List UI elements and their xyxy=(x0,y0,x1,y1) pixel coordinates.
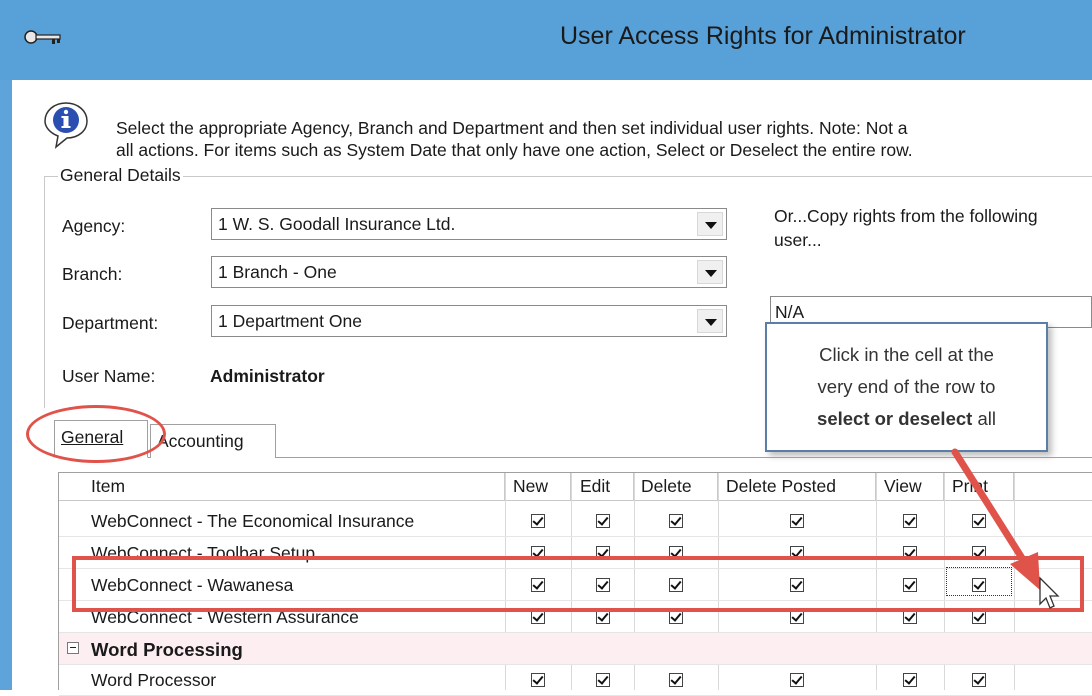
instructions-text: Select the appropriate Agency, Branch an… xyxy=(116,117,913,161)
column-header-view-label: View xyxy=(884,476,922,496)
chevron-down-icon xyxy=(705,222,717,229)
info-icon xyxy=(44,102,88,149)
instructions-line-1: Select the appropriate Agency, Branch an… xyxy=(116,118,908,138)
column-header-select-all xyxy=(1014,473,1092,501)
row-item-name: WebConnect - The Economical Insurance xyxy=(91,511,415,531)
table-row[interactable]: Word Processor xyxy=(59,664,1092,696)
agency-select[interactable]: 1 W. S. Goodall Insurance Ltd. xyxy=(211,208,727,240)
permission-checkbox[interactable] xyxy=(531,610,545,624)
permission-checkbox[interactable] xyxy=(972,610,986,624)
chevron-down-icon xyxy=(705,319,717,326)
permission-checkbox[interactable] xyxy=(596,610,610,624)
column-header-print[interactable]: Print xyxy=(944,473,1014,501)
department-dropdown-button[interactable] xyxy=(697,309,723,333)
column-header-item[interactable]: Item xyxy=(59,473,505,501)
permission-checkbox[interactable] xyxy=(903,673,917,687)
agency-label: Agency: xyxy=(62,216,126,236)
permission-checkbox[interactable] xyxy=(903,514,917,528)
copy-rights-user-value: N/A xyxy=(775,302,805,322)
permission-checkbox[interactable] xyxy=(790,610,804,624)
row-highlight-box xyxy=(72,556,1084,612)
branch-label: Branch: xyxy=(62,264,123,284)
column-header-edit-label: Edit xyxy=(580,476,611,496)
chevron-down-icon xyxy=(705,270,717,277)
permission-checkbox[interactable] xyxy=(596,673,610,687)
department-value: 1 Department One xyxy=(218,311,362,331)
column-header-view[interactable]: View xyxy=(876,473,944,501)
window-title: User Access Rights for Administrator xyxy=(560,22,966,50)
column-header-edit[interactable]: Edit xyxy=(571,473,634,501)
permission-checkbox[interactable] xyxy=(790,514,804,528)
permission-checkbox[interactable] xyxy=(669,514,683,528)
general-details-border xyxy=(44,176,1092,177)
permission-checkbox[interactable] xyxy=(903,610,917,624)
username-label: User Name: xyxy=(62,366,156,386)
column-header-delete-posted-label: Delete Posted xyxy=(726,476,836,496)
collapse-icon[interactable] xyxy=(67,642,79,654)
copy-rights-label-1: Or...Copy rights from the following xyxy=(774,206,1038,226)
permission-checkbox[interactable] xyxy=(790,673,804,687)
column-header-delete-posted[interactable]: Delete Posted xyxy=(718,473,876,501)
agency-dropdown-button[interactable] xyxy=(697,212,723,236)
permission-checkbox[interactable] xyxy=(669,610,683,624)
username-value: Administrator xyxy=(210,366,325,386)
table-row[interactable]: WebConnect - The Economical Insurance xyxy=(59,505,1092,537)
column-header-item-label: Item xyxy=(91,476,126,496)
permission-checkbox[interactable] xyxy=(531,514,545,528)
title-bar: User Access Rights for Administrator xyxy=(0,0,1092,80)
permission-checkbox[interactable] xyxy=(596,514,610,528)
branch-select[interactable]: 1 Branch - One xyxy=(211,256,727,288)
callout-line-3-rest: all xyxy=(972,408,996,429)
branch-value: 1 Branch - One xyxy=(218,262,337,282)
column-header-new[interactable]: New xyxy=(505,473,571,501)
row-item-name: Word Processing xyxy=(91,639,243,660)
callout-line-1: Click in the cell at the xyxy=(819,344,994,365)
agency-value: 1 W. S. Goodall Insurance Ltd. xyxy=(218,214,456,234)
callout-line-3-bold: select or deselect xyxy=(817,408,973,429)
department-label: Department: xyxy=(62,313,159,333)
callout-line-3: select or deselect all xyxy=(767,408,1046,430)
permission-checkbox[interactable] xyxy=(531,673,545,687)
general-details-legend: General Details xyxy=(58,165,183,186)
tutorial-callout: Click in the cell at the very end of the… xyxy=(765,322,1048,452)
column-header-delete[interactable]: Delete xyxy=(634,473,718,501)
callout-line-2: very end of the row to xyxy=(817,376,996,397)
general-details-border-left xyxy=(44,176,45,408)
column-header-new-label: New xyxy=(513,476,549,496)
row-item-name: Word Processor xyxy=(91,670,217,690)
column-header-print-label: Print xyxy=(952,476,988,496)
column-header-delete-label: Delete xyxy=(641,476,692,496)
group-row[interactable]: Word Processing xyxy=(59,633,1092,665)
keys-icon xyxy=(24,30,61,44)
instructions-line-2: all actions. For items such as System Da… xyxy=(116,140,913,160)
permission-checkbox[interactable] xyxy=(972,514,986,528)
department-select[interactable]: 1 Department One xyxy=(211,305,727,337)
permission-checkbox[interactable] xyxy=(972,673,986,687)
copy-rights-label-2: user... xyxy=(774,230,822,250)
tab-accounting[interactable]: Accounting xyxy=(150,424,276,458)
general-tab-highlight xyxy=(26,405,166,463)
tab-accounting-label: Accounting xyxy=(157,431,244,451)
permission-checkbox[interactable] xyxy=(669,673,683,687)
branch-dropdown-button[interactable] xyxy=(697,260,723,284)
